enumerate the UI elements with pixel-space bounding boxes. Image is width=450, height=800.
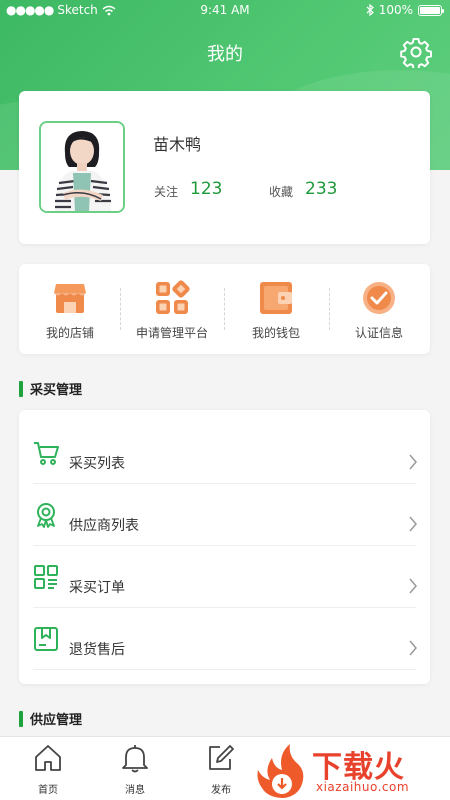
bluetooth-icon <box>366 4 374 16</box>
supply-section-title: 供应管理 <box>19 709 82 728</box>
quick-actions-card: 我的店铺 申请管理平台 我的钱包 认证信息 <box>19 264 430 354</box>
flame-logo-icon <box>257 744 304 798</box>
list-item-label: 供应商列表 <box>69 518 139 534</box>
cart-icon <box>34 442 59 465</box>
favorites-label: 收藏 <box>269 185 294 199</box>
quick-apply-platform-label: 申请管理平台 <box>135 326 208 340</box>
list-item-purchase-list[interactable]: 采买列表 <box>19 420 430 484</box>
page-title: 我的 <box>207 44 243 65</box>
badge-icon <box>37 503 55 528</box>
purchase-list-card: 采买列表 供应商列表 采买订单 退货售后 <box>19 410 430 684</box>
quick-verification-label: 认证信息 <box>354 326 403 340</box>
list-item-returns[interactable]: 退货售后 <box>19 606 430 670</box>
section-accent-bar <box>19 380 23 397</box>
gear-icon <box>400 38 432 70</box>
tab-home-label: 首页 <box>38 785 58 796</box>
chevron-right-icon <box>409 454 417 470</box>
following-label: 关注 <box>154 185 179 199</box>
battery-icon <box>418 4 444 16</box>
avatar-photo <box>41 123 123 211</box>
quick-my-store[interactable]: 我的店铺 <box>19 264 121 354</box>
quick-my-wallet-label: 我的钱包 <box>251 326 300 340</box>
purchase-section-title: 采买管理 <box>19 379 82 398</box>
following-count[interactable]: 123 <box>190 179 222 199</box>
list-item-purchase-orders[interactable]: 采买订单 <box>19 544 430 608</box>
verified-check-icon <box>363 282 395 314</box>
list-item-label: 采买订单 <box>69 580 125 596</box>
bell-icon <box>122 745 148 773</box>
chevron-right-icon <box>409 640 417 656</box>
avatar[interactable] <box>39 121 125 213</box>
watermark-subtext: xiazaihuo.com <box>316 780 410 794</box>
list-item-supplier-list[interactable]: 供应商列表 <box>19 482 430 546</box>
tab-messages-label: 消息 <box>125 785 145 796</box>
tab-messages[interactable]: 消息 <box>90 737 180 800</box>
supply-section-label: 供应管理 <box>30 713 83 728</box>
list-item-label: 采买列表 <box>69 456 125 472</box>
settings-button[interactable] <box>400 36 432 70</box>
return-box-icon <box>34 627 58 651</box>
apps-grid-icon <box>156 280 190 314</box>
store-icon <box>54 284 86 313</box>
chevron-right-icon <box>409 516 417 532</box>
watermark-logo: 下载火 xiazaihuo.com <box>248 740 450 800</box>
battery-percent: 100% <box>378 3 413 17</box>
profile-card[interactable]: 苗木鸭 关注 123 收藏 233 <box>19 91 430 244</box>
divider <box>33 669 416 670</box>
order-grid-icon <box>34 565 58 589</box>
purchase-section-label: 采买管理 <box>30 383 83 398</box>
quick-my-store-label: 我的店铺 <box>45 326 94 340</box>
status-bar: ●●●●● Sketch 9:41 AM 100% <box>0 0 450 22</box>
user-name: 苗木鸭 <box>153 135 202 154</box>
quick-apply-platform[interactable]: 申请管理平台 <box>121 264 223 354</box>
edit-icon <box>209 745 234 770</box>
section-accent-bar <box>19 710 23 727</box>
quick-verification[interactable]: 认证信息 <box>328 264 430 354</box>
tab-home[interactable]: 首页 <box>3 737 93 800</box>
wallet-icon <box>260 282 292 314</box>
quick-my-wallet[interactable]: 我的钱包 <box>225 264 327 354</box>
list-item-label: 退货售后 <box>69 642 125 658</box>
home-icon <box>35 745 61 771</box>
favorites-count[interactable]: 233 <box>305 179 337 199</box>
chevron-right-icon <box>409 578 417 594</box>
